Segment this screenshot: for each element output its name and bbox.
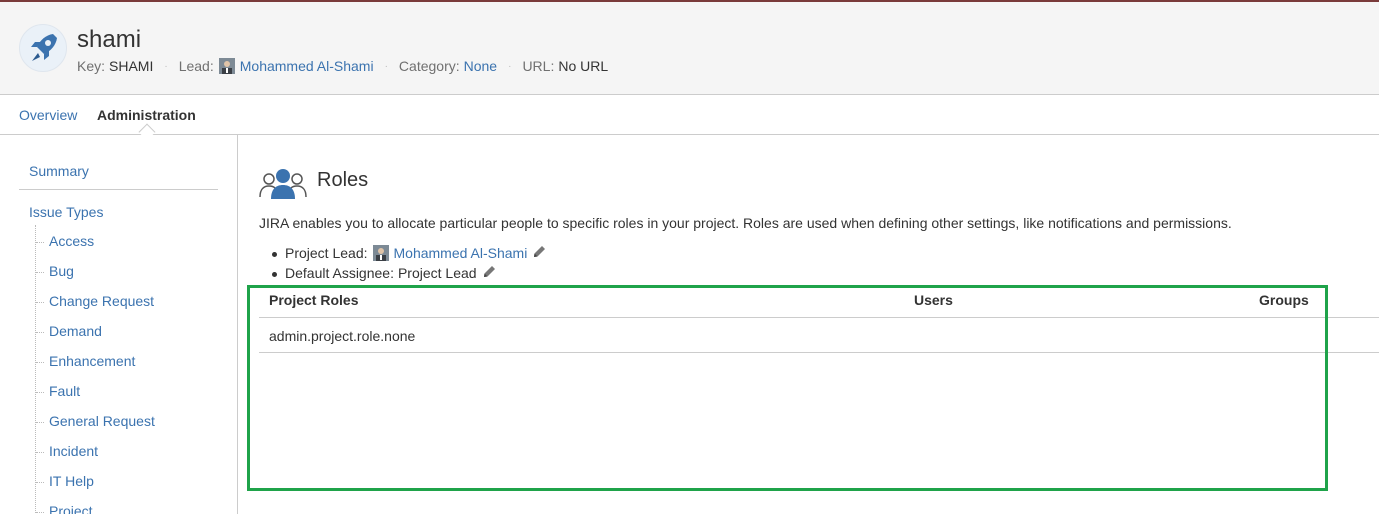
project-name: shami bbox=[77, 26, 142, 53]
users-icon bbox=[259, 167, 307, 204]
project-meta: Key: SHAMI · Lead: Mohammed Al-Shami · C… bbox=[77, 58, 608, 74]
sidebar-item-it-help[interactable]: IT Help bbox=[36, 473, 94, 489]
url-value: No URL bbox=[558, 58, 609, 74]
default-assignee-label: Default Assignee: bbox=[285, 265, 394, 281]
sidebar-item-general-request[interactable]: General Request bbox=[36, 413, 155, 429]
edit-pencil-icon[interactable] bbox=[533, 245, 546, 261]
user-avatar-icon bbox=[372, 245, 389, 261]
sidebar-item-issue-types[interactable]: Issue Types bbox=[29, 204, 103, 220]
separator: · bbox=[384, 60, 388, 72]
sidebar-item-summary[interactable]: Summary bbox=[29, 163, 89, 179]
roles-description: JIRA enables you to allocate particular … bbox=[259, 215, 1232, 231]
admin-sidebar: Summary Issue Types Access Bug Change Re… bbox=[0, 135, 238, 514]
user-avatar-icon bbox=[218, 58, 235, 74]
key-label: Key: bbox=[77, 58, 106, 74]
project-tabs: Overview Administration bbox=[0, 95, 1379, 135]
project-lead-link[interactable]: Mohammed Al-Shami bbox=[394, 245, 528, 261]
rocket-icon[interactable] bbox=[19, 24, 67, 72]
separator: · bbox=[508, 60, 512, 72]
sidebar-divider bbox=[19, 189, 218, 190]
highlight-box bbox=[247, 285, 1328, 491]
category-link[interactable]: None bbox=[464, 58, 497, 74]
sidebar-item-demand[interactable]: Demand bbox=[36, 323, 102, 339]
sidebar-item-project[interactable]: Project bbox=[36, 503, 93, 514]
roles-heading: Roles bbox=[317, 169, 369, 191]
project-header: shami Key: SHAMI · Lead: Mohammed Al-Sha… bbox=[0, 2, 1379, 95]
lead-label: Lead: bbox=[178, 58, 214, 74]
key-value: SHAMI bbox=[109, 58, 154, 74]
url-label: URL: bbox=[522, 58, 555, 74]
edit-pencil-icon[interactable] bbox=[483, 265, 496, 281]
sidebar-item-change-request[interactable]: Change Request bbox=[35, 293, 154, 309]
sidebar-item-enhancement[interactable]: Enhancement bbox=[35, 353, 135, 369]
sidebar-item-fault[interactable]: Fault bbox=[35, 383, 80, 399]
default-assignee-item: Default Assignee: Project Lead bbox=[272, 265, 496, 281]
project-lead-label: Project Lead: bbox=[285, 245, 368, 261]
tree-line bbox=[35, 225, 37, 514]
lead-link[interactable]: Mohammed Al-Shami bbox=[240, 58, 374, 74]
sidebar-item-access[interactable]: Access bbox=[35, 233, 94, 249]
category-label: Category: bbox=[398, 58, 460, 74]
sidebar-item-bug[interactable]: Bug bbox=[36, 263, 74, 279]
sidebar-item-incident[interactable]: Incident bbox=[35, 443, 98, 459]
default-assignee-value: Project Lead bbox=[397, 265, 477, 281]
separator: · bbox=[164, 60, 168, 72]
tab-administration[interactable]: Administration bbox=[97, 107, 196, 123]
project-lead-item: Project Lead: Mohammed Al-Shami bbox=[271, 245, 546, 261]
tab-overview[interactable]: Overview bbox=[19, 107, 77, 123]
